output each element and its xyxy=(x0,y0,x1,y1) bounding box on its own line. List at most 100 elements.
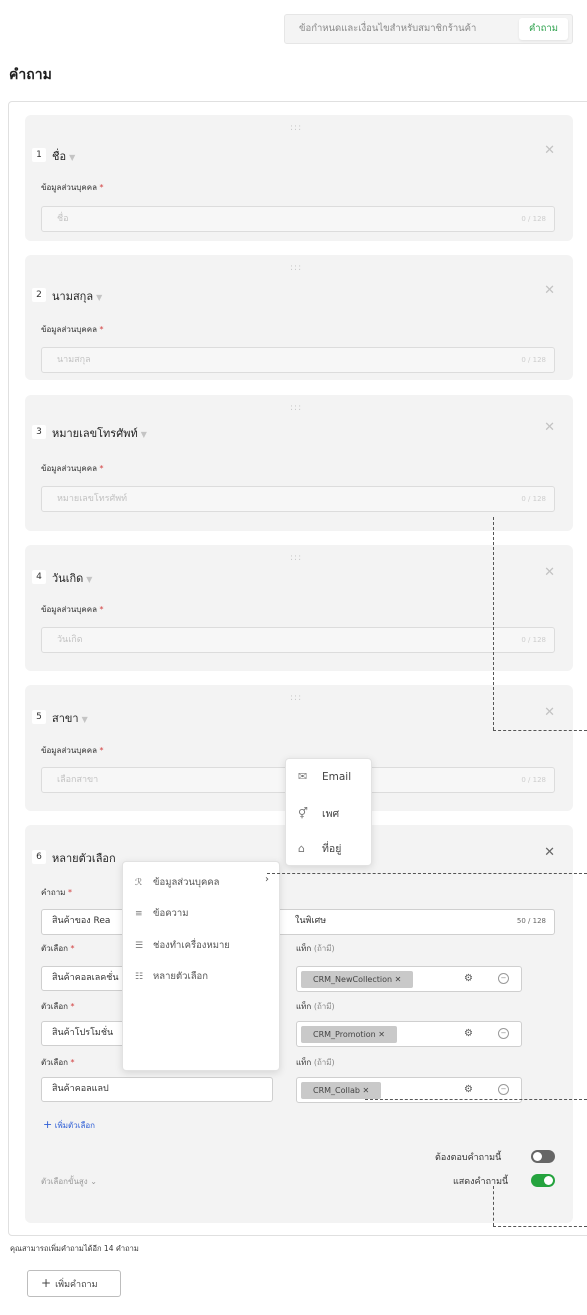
close-icon[interactable]: ✕ xyxy=(544,565,555,580)
gear-icon[interactable]: ⚙ xyxy=(464,1028,473,1039)
question-number: 3 xyxy=(32,425,46,439)
drag-handle-icon[interactable]: ::: xyxy=(290,263,302,273)
show-toggle[interactable] xyxy=(531,1174,555,1187)
tag-chip: CRM_Promotion xyxy=(313,1030,376,1039)
remove-option-icon[interactable]: − xyxy=(498,1028,509,1039)
menu-item-text[interactable]: ≡ ข้อความ xyxy=(135,906,189,921)
gear-icon[interactable]: ⚙ xyxy=(464,973,473,984)
chip-remove-icon[interactable]: ✕ xyxy=(378,1030,385,1039)
required-mark: * xyxy=(70,1002,75,1011)
tag-input[interactable]: CRM_NewCollection ✕ ⚙ − xyxy=(296,966,522,992)
annotation-line xyxy=(493,517,494,730)
question-title: สาขา xyxy=(52,712,79,725)
close-icon[interactable]: ✕ xyxy=(544,845,555,860)
tag-optional-hint: (ถ้ามี) xyxy=(313,1002,335,1011)
chevron-right-icon: › xyxy=(265,874,269,885)
required-mark: * xyxy=(99,746,104,755)
chip-remove-icon[interactable]: ✕ xyxy=(363,1086,370,1095)
required-mark: * xyxy=(99,464,104,473)
submenu-item-gender[interactable]: ⚥ เพศ xyxy=(298,805,339,822)
field-label: ข้อมูลส่วนบุคคล xyxy=(41,746,97,755)
multi-choice-icon: ☷ xyxy=(135,972,144,982)
chip-remove-icon[interactable]: ✕ xyxy=(395,975,402,984)
question-text-input[interactable]: สินค้าของ Rea ในพิเศษ 50 / 128 xyxy=(41,909,555,935)
drag-handle-icon[interactable]: ::: xyxy=(290,403,302,413)
person-info-icon: ℛ xyxy=(135,878,143,888)
submenu-item-label: Email xyxy=(322,771,352,783)
tag-chip: CRM_NewCollection xyxy=(313,975,393,984)
close-icon[interactable]: ✕ xyxy=(544,283,555,298)
chevron-down-icon[interactable]: ▼ xyxy=(69,153,75,162)
submenu-item-email[interactable]: ✉ Email xyxy=(298,770,351,783)
plus-icon: + xyxy=(43,1118,53,1131)
tag-input[interactable]: CRM_Promotion ✕ ⚙ − xyxy=(296,1021,522,1047)
field-label: ข้อมูลส่วนบุคคล xyxy=(41,464,97,473)
home-icon: ⌂ xyxy=(298,842,305,855)
char-counter: 0 / 128 xyxy=(521,636,546,644)
answer-field[interactable]: นามสกุล 0 / 128 xyxy=(41,347,555,373)
required-toggle[interactable] xyxy=(531,1150,555,1163)
tag-optional-hint: (ถ้ามี) xyxy=(313,944,335,953)
toggle-knob xyxy=(533,1152,542,1161)
menu-item-multiple-choice[interactable]: ☷ หลายตัวเลือก xyxy=(135,969,208,984)
answer-field[interactable]: หมายเลขโทรศัพท์ 0 / 128 xyxy=(41,486,555,512)
tab-terms[interactable]: ข้อกำหนดและเงื่อนไขสำหรับสมาชิกร้านค้า xyxy=(299,15,476,43)
add-question-button[interactable]: + เพิ่มคำถาม xyxy=(27,1270,121,1297)
question-title: ชื่อ xyxy=(52,150,67,163)
close-icon[interactable]: ✕ xyxy=(544,705,555,720)
answer-field[interactable]: ชื่อ 0 / 128 xyxy=(41,206,555,232)
menu-item-label: หลายตัวเลือก xyxy=(153,971,209,982)
submenu-item-address[interactable]: ⌂ ที่อยู่ xyxy=(298,840,341,857)
drag-handle-icon[interactable]: ::: xyxy=(290,693,302,703)
toggle-knob xyxy=(544,1176,553,1185)
add-question-label: เพิ่มคำถาม xyxy=(55,1280,98,1290)
remove-option-icon[interactable]: − xyxy=(498,1084,509,1095)
question-text-value-tail: ในพิเศษ xyxy=(295,916,327,926)
advanced-label: ตัวเลือกขั้นสูง xyxy=(41,1177,88,1186)
question-card: ::: 4 วันเกิด ▼ ✕ ข้อมูลส่วนบุคคล * วันเก… xyxy=(25,545,573,671)
menu-item-checkbox[interactable]: ☰ ช่องทำเครื่องหมาย xyxy=(135,938,230,953)
advanced-options-toggle[interactable]: ตัวเลือกขั้นสูง ⌄ xyxy=(41,1175,97,1188)
required-mark: * xyxy=(99,325,104,334)
show-toggle-label: แสดงคำถามนี้ xyxy=(453,1177,509,1187)
remove-option-icon[interactable]: − xyxy=(498,973,509,984)
menu-item-label: ข้อมูลส่วนบุคคล xyxy=(153,877,220,888)
page-title: คำถาม xyxy=(9,67,52,83)
close-icon[interactable]: ✕ xyxy=(544,420,555,435)
option-label: ตัวเลือก xyxy=(41,1002,68,1011)
option-label: ตัวเลือก xyxy=(41,944,68,953)
add-option-button[interactable]: + เพิ่มตัวเลือก xyxy=(43,1118,95,1132)
option-value: สินค้าคอลแลป xyxy=(52,1084,109,1094)
required-mark: * xyxy=(70,1058,75,1067)
close-icon[interactable]: ✕ xyxy=(544,143,555,158)
chevron-down-icon[interactable]: ▼ xyxy=(141,430,147,439)
question-type-selector[interactable]: หลายตัวเลือก xyxy=(52,849,116,867)
question-label: คำถาม xyxy=(41,888,66,897)
field-placeholder: ชื่อ xyxy=(57,214,69,224)
menu-item-personal-info[interactable]: ℛ ข้อมูลส่วนบุคคล xyxy=(135,875,219,890)
question-number: 6 xyxy=(32,850,46,864)
checkbox-list-icon: ☰ xyxy=(135,941,144,951)
question-number: 2 xyxy=(32,288,46,302)
question-text-value: สินค้าของ Rea xyxy=(52,916,111,926)
gear-icon[interactable]: ⚙ xyxy=(464,1084,473,1095)
drag-handle-icon[interactable]: ::: xyxy=(290,123,302,133)
question-card: ::: 2 นามสกุล ▼ ✕ ข้อมูลส่วนบุคคล * นามสก… xyxy=(25,255,573,380)
answer-field[interactable]: วันเกิด 0 / 128 xyxy=(41,627,555,653)
drag-handle-icon[interactable]: ::: xyxy=(290,553,302,563)
text-lines-icon: ≡ xyxy=(135,909,143,919)
required-mark: * xyxy=(70,944,75,953)
required-mark: * xyxy=(99,183,104,192)
question-type-menu: ℛ ข้อมูลส่วนบุคคล › ≡ ข้อความ ☰ ช่องทำเครื่… xyxy=(122,861,280,1071)
chevron-down-icon[interactable]: ▼ xyxy=(96,293,102,302)
char-counter: 0 / 128 xyxy=(521,215,546,223)
option-input[interactable]: สินค้าคอลแลป xyxy=(41,1077,273,1102)
top-tabs: ข้อกำหนดและเงื่อนไขสำหรับสมาชิกร้านค้า ค… xyxy=(284,14,573,44)
field-label: ข้อมูลส่วนบุคคล xyxy=(41,183,97,192)
chevron-down-icon[interactable]: ▼ xyxy=(86,575,92,584)
annotation-line xyxy=(493,730,587,731)
required-mark: * xyxy=(99,605,104,614)
tag-label: แท็ก xyxy=(296,1058,312,1067)
chevron-down-icon[interactable]: ▼ xyxy=(82,715,88,724)
tab-questions[interactable]: คำถาม xyxy=(518,18,568,40)
